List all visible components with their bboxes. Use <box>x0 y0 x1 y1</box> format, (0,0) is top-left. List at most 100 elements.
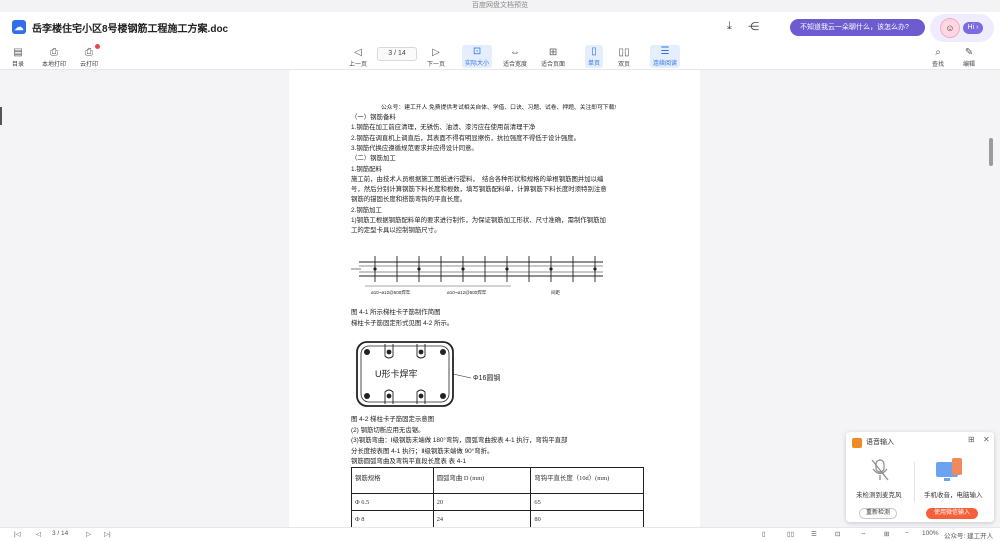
grid-icon[interactable]: ⊞ <box>968 435 975 444</box>
continuous-read-button[interactable]: ☰ 连续阅读 <box>650 45 681 68</box>
table-cell: 20 <box>433 494 532 511</box>
ai-prompt-bubble[interactable]: 不知道我云一朵聊什么，该怎么办? <box>790 19 925 36</box>
cloud-printer-icon: ⎙ <box>85 47 93 58</box>
muted-microphone-icon <box>871 459 889 481</box>
body-line: 施工前，由技术人员根据施工图纸进行提料， 结合各种形状和规格的单根钢筋图并加以编 <box>351 175 604 183</box>
baidu-cloud-logo-icon: ☁ <box>12 20 26 34</box>
table-row: Φ 6.5 20 65 <box>352 494 644 511</box>
document-page: 公众号：建工开人 免费提供考试相关自体、学借、口诀、习题、试卷、押题、关注即可下… <box>289 70 700 527</box>
fig1-mid-label: ø10~ø12@500焊牢 <box>447 289 487 296</box>
figure-4-2-caption: 图 4-2 梯柱卡子筋固定示意图 <box>351 416 435 423</box>
fig1-left-label: ø10~ø12@500焊牢 <box>371 289 411 296</box>
table-cell: 圆弧弯曲 D (mm) <box>433 468 532 494</box>
actual-size-button[interactable]: ⊡ 实际大小 <box>462 45 493 68</box>
pencil-icon: ✎ <box>964 47 974 58</box>
body-line: 1)钢筋工根据钢筋配料单的要求进行制作，为保证钢筋加工形状、尺寸准确，需制作钢筋… <box>351 217 606 224</box>
download-icon[interactable]: ⤓ <box>727 20 732 33</box>
body-line: 3.钢筋代换应遵循规范要求并应得设计同意。 <box>351 144 478 152</box>
fig2-center-label: U形卡焊牢 <box>375 368 418 379</box>
recheck-button[interactable]: 重新检测 <box>859 508 897 519</box>
first-page-icon[interactable]: |◁ <box>14 530 21 538</box>
body-line: 分长度按表图 4-1 执行；Ⅱ级钢筋末端做 90°弯折。 <box>351 447 494 455</box>
use-wechat-input-button[interactable]: 使用微信输入 <box>926 508 978 519</box>
single-page-icon: ▯ <box>591 46 597 57</box>
scrollbar-thumb[interactable] <box>989 138 993 166</box>
notification-dot <box>95 44 100 49</box>
phone-input-label: 手机收音，电脑输入 <box>924 492 983 499</box>
table-cell: 钢筋规格 <box>352 468 434 494</box>
ai-hi-button[interactable]: Hi › <box>963 22 983 34</box>
fit-width-icon: ⇔ <box>510 47 520 58</box>
zoom-out-icon[interactable]: − <box>905 530 909 537</box>
next-page-button[interactable]: ▷ 下一页 <box>427 47 445 68</box>
status-watermark: 公众号: 建工开人 <box>944 533 994 540</box>
arrow-down-circle-icon: ▷ <box>432 47 440 58</box>
fig2-right-label: Φ16圆钢 <box>473 373 500 382</box>
actual-size-icon: ⊡ <box>472 46 482 57</box>
table-cell: 80 <box>531 511 644 527</box>
last-page-icon[interactable]: ▷| <box>104 530 111 538</box>
watermark-note: 公众号：建工开人 免费提供考试相关自体、学借、口诀、习题、试卷、押题、关注即可下… <box>381 105 617 111</box>
side-handle[interactable] <box>0 107 2 125</box>
toc-icon: ▤ <box>13 47 23 58</box>
share-icon[interactable]: ⋲ <box>748 20 759 33</box>
body-line: 2.钢筋在调直机上调直后，其表面不得有明显擦伤，抗拉强度不得低于设计强度。 <box>351 134 580 142</box>
view-mode-3-icon[interactable]: ☰ <box>811 530 817 538</box>
arrow-up-circle-icon: ◁ <box>354 47 362 58</box>
fit-width-button[interactable]: ⇔ 适合宽度 <box>503 47 527 68</box>
double-page-icon: ▯▯ <box>618 47 630 58</box>
search-icon: ⌕ <box>935 47 941 58</box>
body-line: （二）钢筋加工 <box>351 155 396 163</box>
fit-page-button[interactable]: ⊞ 适合页面 <box>541 47 565 68</box>
next-page-icon[interactable]: ▷ <box>86 530 91 538</box>
figure-4-1-subcaption: 梯柱卡子筋固定形式见图 4-2 所示。 <box>351 320 454 327</box>
body-line: 1.钢筋在加工前应清理，无锈伤、油渍、漆污应在使用前清理干净 <box>351 124 536 132</box>
body-line: （一）钢筋备料 <box>351 114 396 121</box>
document-title: 岳李楼住宅小区8号楼钢筋工程施工方案.doc <box>32 23 229 35</box>
phone-computer-icon <box>936 458 962 481</box>
figure-4-1-caption: 图 4-1 所示梯柱卡子筋制作简图 <box>351 309 441 316</box>
local-print-button[interactable]: ⎙ 本地打印 <box>42 47 66 68</box>
status-page-indicator[interactable]: 3 / 14 <box>52 530 68 537</box>
body-line: 工的定型卡具以控制钢筋尺寸。 <box>351 227 441 235</box>
body-line: 2.钢筋加工 <box>351 206 382 214</box>
double-page-button[interactable]: ▯▯ 双页 <box>618 47 630 68</box>
prev-page-button[interactable]: ◁ 上一页 <box>349 47 367 68</box>
body-line: 钢筋的锚固长度和搭筋弯钩的平直长度。 <box>351 196 467 204</box>
figure-4-2: U形卡焊牢 Φ16圆钢 <box>356 341 500 407</box>
close-icon[interactable]: ✕ <box>983 435 990 444</box>
toc-button[interactable]: ▤ 目录 <box>12 47 24 68</box>
view-mode-6-icon[interactable]: ⊞ <box>884 530 889 538</box>
voice-input-title: 语音输入 <box>866 439 894 446</box>
prev-page-icon[interactable]: ◁ <box>36 530 41 538</box>
body-line: (2) 钢筋切断应用无齿锯。 <box>351 427 425 434</box>
page-number-input[interactable]: 3 / 14 <box>377 47 417 61</box>
search-button[interactable]: ⌕ 查找 <box>932 47 944 68</box>
body-line: 钢筋圆弧弯曲及弯钩平直段长度表 表 4-1 <box>351 457 467 465</box>
zoom-level[interactable]: 100% <box>922 530 939 537</box>
toolbar <box>0 42 1000 70</box>
view-mode-5-icon[interactable]: ⇔ <box>860 530 867 537</box>
view-mode-1-icon[interactable]: ▯ <box>762 530 766 538</box>
view-mode-2-icon[interactable]: ▯▯ <box>787 530 794 538</box>
window-title: 百度网盘文档预览 <box>0 0 1000 12</box>
body-line: 1.钢筋配料 <box>351 165 382 173</box>
no-mic-label: 未检测到麦克风 <box>856 492 902 499</box>
fit-page-icon: ⊞ <box>548 47 558 58</box>
view-mode-4-icon[interactable]: ⊡ <box>835 530 840 538</box>
body-line: 号，然后分别计算钢筋下料长度和根数，填写钢筋配料单，计算钢筋下料长度时须特别注意 <box>351 186 607 194</box>
body-line: (3)钢筋弯曲：Ⅰ级钢筋末端做 180°弯钩，圆弧弯曲按表 4-1 执行，弯钩平… <box>351 437 568 445</box>
ai-assistant-avatar-icon[interactable]: ☺ <box>940 18 960 38</box>
printer-icon: ⎙ <box>50 47 58 58</box>
table-row: Φ 8 24 80 <box>352 511 644 527</box>
table-cell: 65 <box>531 494 644 511</box>
fig1-end-label: 间距 <box>551 289 560 296</box>
table-row: 钢筋规格 圆弧弯曲 D (mm) 弯钩平直长度（10d）(mm) <box>352 468 644 494</box>
single-page-button[interactable]: ▯ 单页 <box>585 45 604 68</box>
edit-button[interactable]: ✎ 编辑 <box>963 47 975 68</box>
sogou-logo-icon <box>852 438 862 448</box>
divider <box>914 462 915 502</box>
voice-input-popup: 语音输入 ⊞ ✕ 未检测到麦克风 手机收音，电脑输入 重新检测 使用微信输入 <box>846 432 994 522</box>
figure-4-1: ø10~ø12@500焊牢 ø10~ø12@500焊牢 间距 <box>351 256 603 296</box>
cloud-print-button[interactable]: ⎙ 云打印 <box>80 47 98 68</box>
